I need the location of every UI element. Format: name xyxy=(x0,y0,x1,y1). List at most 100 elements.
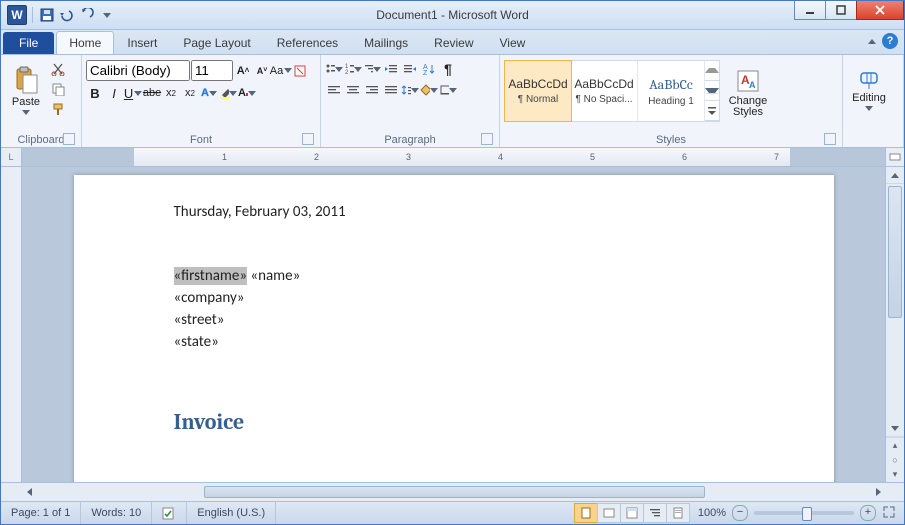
italic-icon[interactable]: I xyxy=(105,84,123,102)
clear-formatting-icon[interactable] xyxy=(291,62,309,80)
close-button[interactable] xyxy=(856,1,904,20)
view-full-screen-icon[interactable] xyxy=(597,503,621,523)
merge-field-state: «state» xyxy=(174,331,734,353)
ruler-toggle-icon[interactable] xyxy=(885,148,904,166)
scroll-left-icon[interactable] xyxy=(21,484,37,500)
style-heading-1[interactable]: AaBbCc Heading 1 xyxy=(638,61,705,121)
group-paragraph-label: Paragraph xyxy=(384,134,435,146)
bold-icon[interactable]: B xyxy=(86,84,104,102)
bullets-icon[interactable] xyxy=(325,60,343,78)
subscript-icon[interactable]: x2 xyxy=(162,84,180,102)
scroll-up-icon[interactable] xyxy=(886,167,904,184)
tab-file[interactable]: File xyxy=(3,32,54,54)
horizontal-ruler[interactable]: L 1 2 3 4 5 6 7 xyxy=(1,148,904,167)
tab-home[interactable]: Home xyxy=(56,31,114,54)
sort-icon[interactable]: AZ xyxy=(420,60,438,78)
format-painter-icon[interactable] xyxy=(49,100,67,118)
tab-insert[interactable]: Insert xyxy=(114,31,170,54)
underline-icon[interactable]: U xyxy=(124,84,142,102)
view-draft-icon[interactable] xyxy=(666,503,690,523)
line-spacing-icon[interactable] xyxy=(401,81,419,99)
zoom-out-icon[interactable]: − xyxy=(732,505,748,521)
zoom-full-icon[interactable] xyxy=(882,505,896,522)
tab-selector[interactable]: L xyxy=(1,148,22,166)
tab-review[interactable]: Review xyxy=(421,31,486,54)
save-icon[interactable] xyxy=(38,6,56,24)
paragraph-dialog-launcher[interactable] xyxy=(481,133,493,145)
show-hide-icon[interactable]: ¶ xyxy=(439,60,457,78)
status-proofing-icon[interactable] xyxy=(152,502,187,524)
view-outline-icon[interactable] xyxy=(643,503,667,523)
help-icon[interactable]: ? xyxy=(882,33,898,49)
multilevel-list-icon[interactable] xyxy=(363,60,381,78)
superscript-icon[interactable]: x2 xyxy=(181,84,199,102)
styles-dialog-launcher[interactable] xyxy=(824,133,836,145)
hscroll-thumb[interactable] xyxy=(204,486,706,498)
change-styles-button[interactable]: AA Change Styles xyxy=(724,60,772,126)
font-name-combo[interactable] xyxy=(86,60,190,81)
qat-customize-icon[interactable] xyxy=(98,6,116,24)
justify-icon[interactable] xyxy=(382,81,400,99)
status-page[interactable]: Page: 1 of 1 xyxy=(1,502,81,524)
scroll-down-icon[interactable] xyxy=(886,420,904,437)
zoom-slider-thumb[interactable] xyxy=(802,507,812,521)
horizontal-scrollbar[interactable] xyxy=(1,482,904,501)
status-words[interactable]: Words: 10 xyxy=(81,502,152,524)
tab-page-layout[interactable]: Page Layout xyxy=(170,31,263,54)
svg-text:2: 2 xyxy=(345,70,349,75)
document-page[interactable]: Thursday, February 03, 2011 «firstname» … xyxy=(74,175,834,482)
minimize-ribbon-icon[interactable] xyxy=(868,39,876,44)
text-effects-icon[interactable]: A xyxy=(200,84,218,102)
decrease-indent-icon[interactable] xyxy=(382,60,400,78)
maximize-button[interactable] xyxy=(825,1,857,20)
vertical-ruler[interactable] xyxy=(1,167,22,482)
editing-button[interactable]: Editing xyxy=(847,57,891,123)
style-no-spacing[interactable]: AaBbCcDd ¶ No Spaci... xyxy=(571,61,638,121)
view-print-layout-icon[interactable] xyxy=(574,503,598,523)
gallery-more-icon[interactable] xyxy=(705,101,719,121)
minimize-button[interactable] xyxy=(794,1,826,20)
tab-references[interactable]: References xyxy=(264,31,351,54)
zoom-level[interactable]: 100% xyxy=(698,507,726,519)
increase-indent-icon[interactable] xyxy=(401,60,419,78)
next-page-icon[interactable]: ▾ xyxy=(886,467,904,482)
tab-mailings[interactable]: Mailings xyxy=(351,31,421,54)
cut-icon[interactable] xyxy=(49,60,67,78)
paste-button[interactable]: Paste xyxy=(5,57,47,123)
scroll-right-icon[interactable] xyxy=(870,484,886,500)
gallery-down-icon[interactable] xyxy=(705,81,719,101)
document-canvas[interactable]: Thursday, February 03, 2011 «firstname» … xyxy=(22,167,885,482)
align-center-icon[interactable] xyxy=(344,81,362,99)
font-dialog-launcher[interactable] xyxy=(302,133,314,145)
zoom-slider[interactable] xyxy=(754,511,854,515)
zoom-in-icon[interactable]: + xyxy=(860,505,876,521)
copy-icon[interactable] xyxy=(49,80,67,98)
status-language[interactable]: English (U.S.) xyxy=(187,502,276,524)
grow-font-icon[interactable]: A˄ xyxy=(234,62,252,80)
borders-icon[interactable] xyxy=(439,81,457,99)
align-left-icon[interactable] xyxy=(325,81,343,99)
undo-icon[interactable] xyxy=(58,6,76,24)
numbering-icon[interactable]: 12 xyxy=(344,60,362,78)
highlight-icon[interactable] xyxy=(219,84,237,102)
select-browse-object-icon[interactable]: ○ xyxy=(886,453,904,468)
font-color-icon[interactable]: A xyxy=(238,84,256,102)
strikethrough-icon[interactable]: abe xyxy=(143,84,161,102)
word-app-icon[interactable]: W xyxy=(7,5,27,25)
font-size-combo[interactable] xyxy=(191,60,233,81)
align-right-icon[interactable] xyxy=(363,81,381,99)
prev-page-icon[interactable]: ▴ xyxy=(886,438,904,453)
change-case-icon[interactable]: Aa xyxy=(272,62,290,80)
style-normal[interactable]: AaBbCcDd ¶ Normal xyxy=(504,60,572,122)
view-web-layout-icon[interactable] xyxy=(620,503,644,523)
shrink-font-icon[interactable]: A˅ xyxy=(253,62,271,80)
shading-icon[interactable] xyxy=(420,81,438,99)
redo-icon[interactable] xyxy=(78,6,96,24)
merge-field-firstname[interactable]: «firstname» xyxy=(174,267,248,285)
view-buttons xyxy=(575,503,690,523)
vertical-scrollbar[interactable]: ▴ ○ ▾ xyxy=(885,167,904,482)
clipboard-dialog-launcher[interactable] xyxy=(63,133,75,145)
vscroll-thumb[interactable] xyxy=(888,186,902,318)
gallery-up-icon[interactable] xyxy=(705,61,719,81)
tab-view[interactable]: View xyxy=(487,31,539,54)
